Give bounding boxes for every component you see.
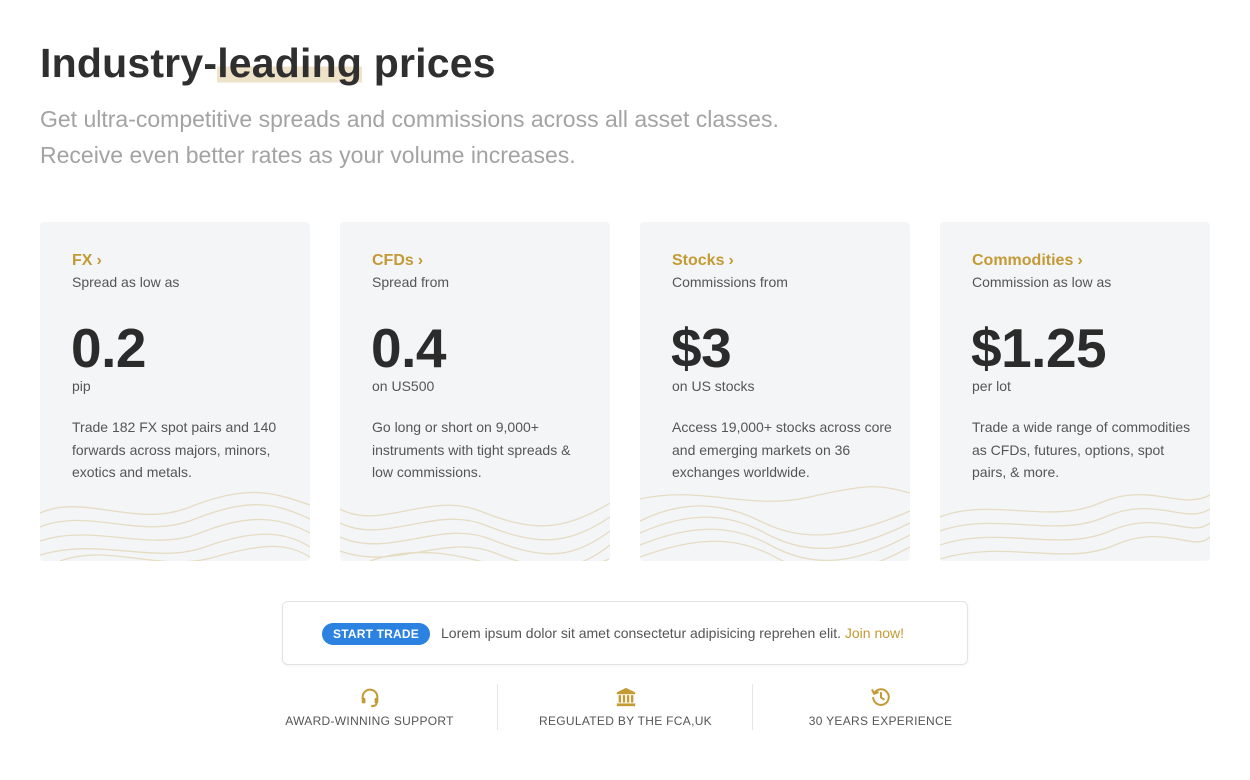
card-stocks-description: Access 19,000+ stocks across core and em… bbox=[672, 419, 892, 480]
pricing-section: Industry-leading prices Get ultra-compet… bbox=[0, 0, 1250, 780]
card-commodities-link[interactable]: Commodities › bbox=[972, 252, 1083, 270]
banner-text: Lorem ipsum dolor sit amet consectetur a… bbox=[441, 625, 841, 641]
card-fx-title: FX bbox=[72, 252, 93, 269]
feature-strip: AWARD-WINNING SUPPORT REGULATED BY THE F… bbox=[242, 684, 1008, 730]
card-fx: FX › Spread as low as 0.2 pip Trade 182 F… bbox=[40, 222, 310, 561]
card-cfds-link[interactable]: CFDs › bbox=[372, 252, 423, 270]
card-cfds-description: Go long or short on 9,000+ instruments w… bbox=[372, 419, 571, 480]
feature-experience-label: 30 YEARS EXPERIENCE bbox=[808, 714, 953, 728]
subtitle-line-1: Get ultra-competitive spreads and commis… bbox=[40, 106, 779, 132]
card-stocks-value: $3 bbox=[671, 317, 732, 379]
chevron-right-icon: › bbox=[1077, 252, 1083, 269]
page-title: Industry-leading prices bbox=[40, 40, 496, 87]
card-stocks-unit: on US stocks bbox=[672, 378, 755, 394]
chevron-right-icon: › bbox=[96, 252, 102, 269]
card-commodities-value: $1.25 bbox=[971, 317, 1107, 379]
wave-pattern bbox=[40, 491, 310, 561]
card-commodities: Commodities › Commission as low as $1.25 … bbox=[940, 222, 1210, 561]
title-part-1: Industry- bbox=[40, 40, 218, 86]
card-cfds-unit: on US500 bbox=[372, 378, 435, 394]
bank-icon bbox=[616, 687, 635, 707]
feature-support-label: AWARD-WINNING SUPPORT bbox=[285, 714, 454, 728]
page-subtitle: Get ultra-competitive spreads and commis… bbox=[40, 101, 779, 173]
chevron-right-icon: › bbox=[417, 252, 424, 269]
card-cfds-title: CFDs bbox=[372, 252, 414, 269]
feature-experience: 30 YEARS EXPERIENCE bbox=[753, 684, 1008, 730]
card-stocks: Stocks › Commissions from $3 on US stocks… bbox=[640, 222, 910, 561]
card-fx-label: Spread as low as bbox=[72, 274, 180, 290]
wave-pattern bbox=[940, 494, 1210, 560]
start-trade-button[interactable]: START TRADE bbox=[322, 623, 430, 645]
card-stocks-link[interactable]: Stocks › bbox=[672, 252, 734, 270]
card-cfds-label: Spread from bbox=[372, 274, 450, 290]
feature-regulated-label: REGULATED BY THE FCA,UK bbox=[539, 714, 712, 728]
card-fx-description: Trade 182 FX spot pairs and 140 forwards… bbox=[72, 419, 277, 480]
start-trade-banner: START TRADE Lorem ipsum dolor sit amet c… bbox=[282, 601, 968, 665]
card-fx-link[interactable]: FX › bbox=[72, 252, 102, 270]
card-commodities-description: Trade a wide range of commodities as CFD… bbox=[972, 419, 1191, 480]
card-commodities-label: Commission as low as bbox=[972, 274, 1112, 290]
card-stocks-label: Commissions from bbox=[672, 274, 788, 290]
chevron-right-icon: › bbox=[728, 252, 734, 269]
feature-regulated: REGULATED BY THE FCA,UK bbox=[498, 684, 753, 730]
wave-pattern bbox=[640, 486, 910, 561]
headset-icon bbox=[361, 688, 378, 708]
card-commodities-title: Commodities bbox=[972, 252, 1074, 269]
title-highlight: leading bbox=[217, 40, 363, 86]
card-cfds: CFDs › Spread from 0.4 on US500 Go long o… bbox=[340, 222, 610, 561]
banner-message: Lorem ipsum dolor sit amet consectetur a… bbox=[441, 625, 904, 641]
title-part-2: prices bbox=[362, 40, 496, 86]
card-fx-unit: pip bbox=[72, 378, 91, 394]
subtitle-line-2: Receive even better rates as your volume… bbox=[40, 142, 576, 168]
history-icon bbox=[870, 688, 890, 706]
pricing-cards: FX › Spread as low as 0.2 pip Trade 182 F… bbox=[40, 222, 1210, 561]
feature-support: AWARD-WINNING SUPPORT bbox=[242, 684, 497, 730]
card-stocks-title: Stocks bbox=[672, 252, 725, 269]
card-fx-value: 0.2 bbox=[71, 317, 146, 379]
join-now-link[interactable]: Join now! bbox=[845, 625, 904, 641]
wave-pattern bbox=[340, 502, 610, 561]
card-commodities-unit: per lot bbox=[972, 378, 1011, 394]
card-cfds-value: 0.4 bbox=[371, 317, 446, 379]
